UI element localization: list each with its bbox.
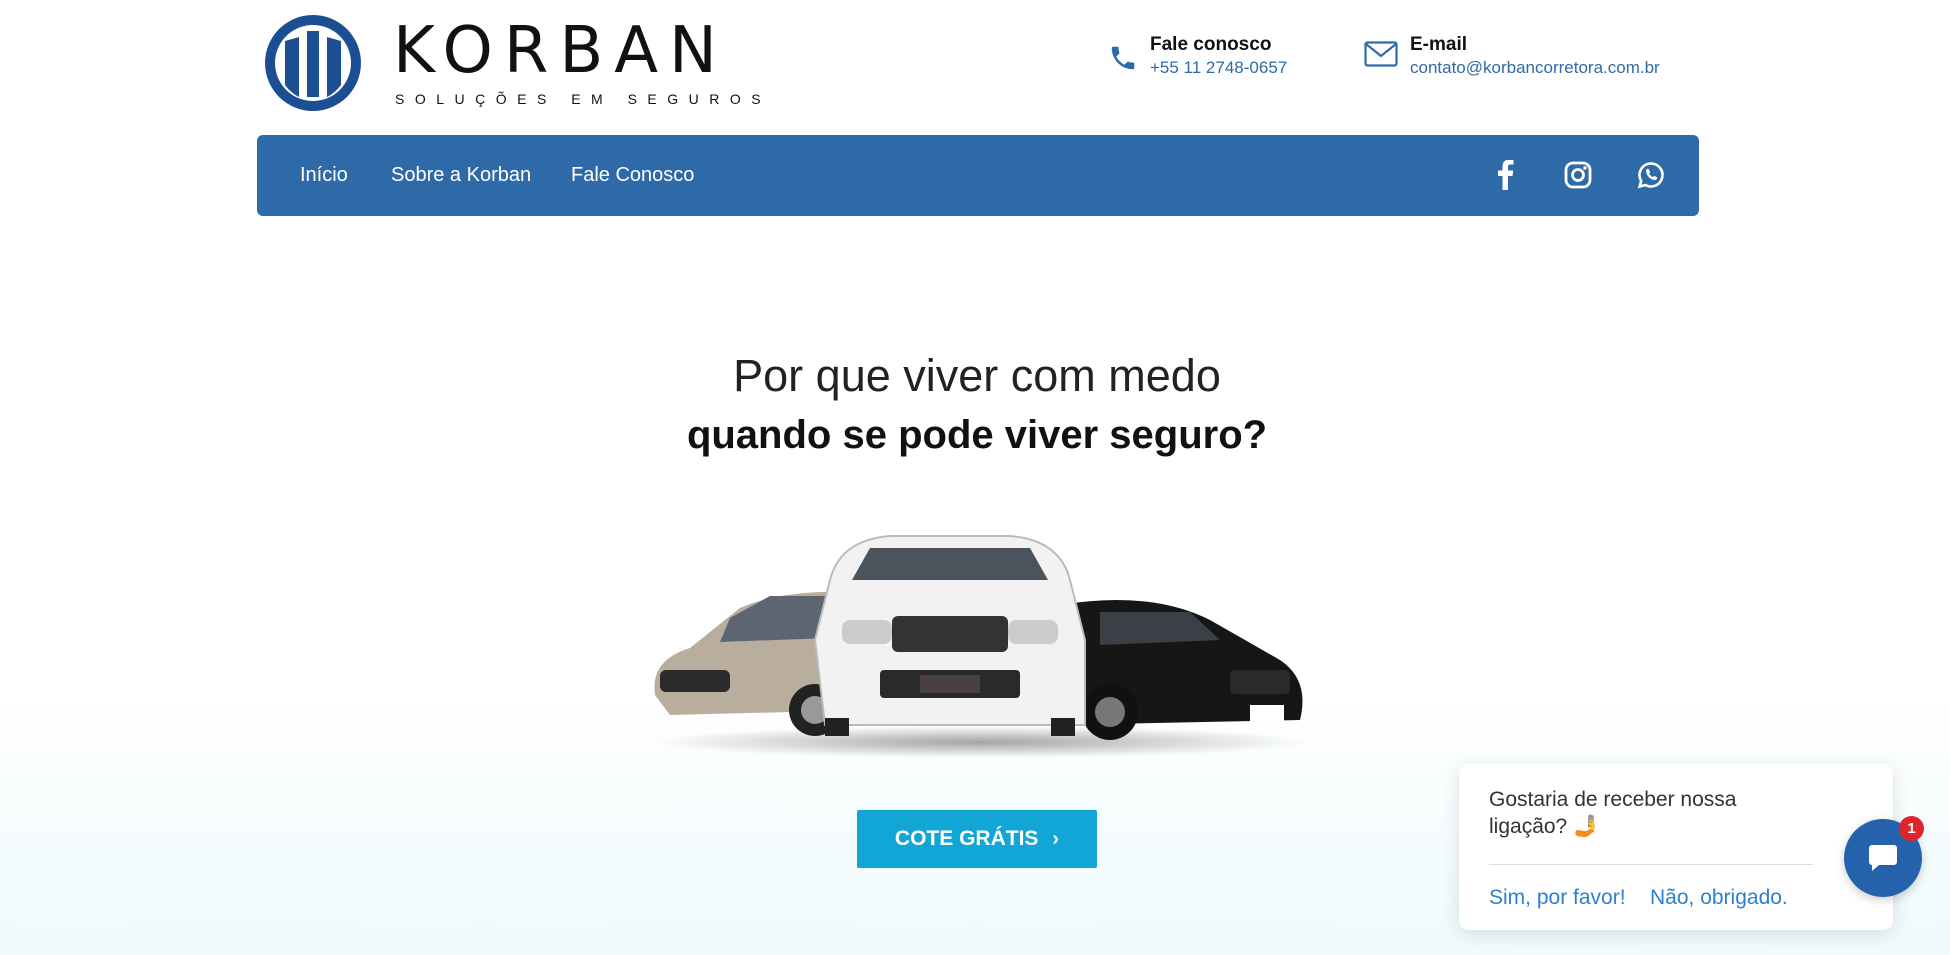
cars-illustration bbox=[650, 535, 1310, 758]
hero-heading-line1: Por que viver com medo bbox=[733, 350, 1221, 401]
phone-number[interactable]: +55 11 2748-0657 bbox=[1150, 57, 1287, 79]
nav-item-fale-conosco[interactable]: Fale Conosco bbox=[571, 163, 694, 187]
brand-tagline: SOLUÇÕES EM SEGUROS bbox=[395, 91, 772, 107]
hero-heading-line2: quando se pode viver seguro? bbox=[686, 413, 1268, 457]
nav-item-sobre[interactable]: Sobre a Korban bbox=[391, 163, 531, 187]
email-title: E-mail bbox=[1410, 34, 1468, 55]
instagram-icon[interactable] bbox=[1560, 157, 1596, 193]
logo-mark-icon bbox=[265, 15, 361, 111]
chat-bubble-icon bbox=[1869, 845, 1897, 871]
site-logo[interactable]: KORBAN SOLUÇÕES EM SEGUROS bbox=[263, 13, 771, 113]
chat-notification-badge: 1 bbox=[1899, 816, 1924, 841]
quote-button-label: COTE GRÁTIS bbox=[894, 827, 1039, 850]
facebook-icon[interactable] bbox=[1487, 157, 1523, 193]
chat-callback-popup: Gostaria de receber nossa ligação? 🤳 Sim… bbox=[1459, 764, 1893, 930]
mail-icon bbox=[1364, 41, 1398, 67]
email-address[interactable]: contato@korbancorretora.com.br bbox=[1410, 57, 1660, 79]
chat-yes-button[interactable]: Sim, por favor! bbox=[1489, 886, 1626, 910]
main-nav: Início Sobre a Korban Fale Conosco bbox=[257, 135, 1699, 216]
chat-message: Gostaria de receber nossa ligação? 🤳 bbox=[1489, 788, 1737, 838]
phone-contact[interactable]: Fale conosco +55 11 2748-0657 bbox=[1108, 33, 1287, 79]
brand-name: KORBAN bbox=[393, 14, 728, 88]
chat-no-button[interactable]: Não, obrigado. bbox=[1650, 886, 1788, 910]
chevron-right-icon: › bbox=[1052, 827, 1060, 850]
phone-icon bbox=[1111, 46, 1135, 70]
quote-free-button[interactable]: COTE GRÁTIS › bbox=[857, 810, 1097, 868]
chat-divider bbox=[1489, 864, 1813, 865]
nav-item-inicio[interactable]: Início bbox=[300, 163, 348, 187]
phone-title: Fale conosco bbox=[1150, 34, 1272, 55]
email-contact[interactable]: E-mail contato@korbancorretora.com.br bbox=[1364, 33, 1660, 79]
whatsapp-icon[interactable] bbox=[1633, 157, 1669, 193]
